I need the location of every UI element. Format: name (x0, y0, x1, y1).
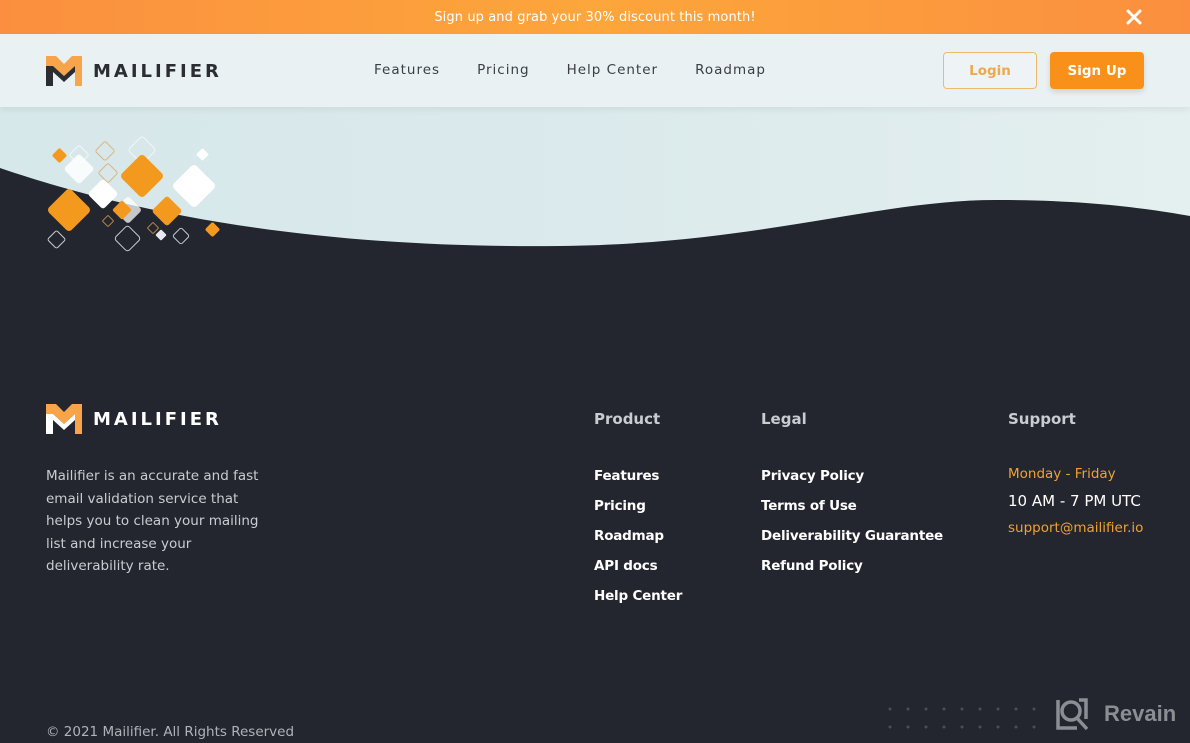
footer-support-column: Support Monday - Friday 10 AM - 7 PM UTC… (1008, 410, 1143, 541)
support-hours: 10 AM - 7 PM UTC (1008, 492, 1141, 510)
footer-link-pricing[interactable]: Pricing (594, 491, 682, 521)
mailifier-logo-icon (46, 56, 82, 86)
main-nav: Features Pricing Help Center Roadmap (374, 62, 803, 78)
promo-banner: Sign up and grab your 30% discount this … (0, 0, 1190, 34)
promo-text: Sign up and grab your 30% discount this … (434, 9, 756, 25)
footer-legal-column: Legal Privacy Policy Terms of Use Delive… (761, 410, 943, 581)
nav-help-center[interactable]: Help Center (567, 62, 659, 78)
close-icon[interactable] (1124, 7, 1144, 27)
footer-link-api-docs[interactable]: API docs (594, 551, 682, 581)
diamond-shapes (47, 136, 220, 252)
legal-heading: Legal (761, 410, 807, 428)
header-logo[interactable]: MAILIFIER (46, 56, 222, 86)
support-heading: Support (1008, 410, 1076, 428)
footer-link-help-center[interactable]: Help Center (594, 581, 682, 611)
support-email-link[interactable]: support@mailifier.io (1008, 520, 1143, 536)
dot-grid-decoration (888, 707, 1036, 729)
footer-link-roadmap[interactable]: Roadmap (594, 521, 682, 551)
footer-link-privacy-policy[interactable]: Privacy Policy (761, 461, 943, 491)
signup-button[interactable]: Sign Up (1050, 52, 1144, 89)
nav-roadmap[interactable]: Roadmap (695, 62, 766, 78)
mailifier-logo-icon (46, 404, 82, 434)
top-navbar: MAILIFIER Features Pricing Help Center R… (0, 34, 1190, 107)
product-heading: Product (594, 410, 661, 428)
decorative-diamonds (47, 136, 220, 252)
revain-watermark: Revain (1055, 697, 1176, 731)
revain-logo-icon (1056, 698, 1089, 731)
footer-link-terms-of-use[interactable]: Terms of Use (761, 491, 943, 521)
brand-name: MAILIFIER (93, 60, 222, 82)
revain-label: Revain (1104, 701, 1177, 726)
footer-link-refund-policy[interactable]: Refund Policy (761, 551, 943, 581)
footer-link-deliverability-guarantee[interactable]: Deliverability Guarantee (761, 521, 943, 551)
footer-brand-name: MAILIFIER (93, 408, 222, 430)
nav-pricing[interactable]: Pricing (477, 62, 530, 78)
footer-product-column: Product Features Pricing Roadmap API doc… (594, 410, 682, 611)
footer-description: Mailifier is an accurate and fast email … (46, 468, 259, 574)
support-days: Monday - Friday (1008, 466, 1116, 482)
nav-features[interactable]: Features (374, 62, 440, 78)
footer-link-features[interactable]: Features (594, 461, 682, 491)
footer-logo[interactable]: MAILIFIER (46, 404, 222, 434)
copyright-text: © 2021 Mailifier. All Rights Reserved (46, 724, 295, 740)
login-button[interactable]: Login (943, 52, 1037, 89)
